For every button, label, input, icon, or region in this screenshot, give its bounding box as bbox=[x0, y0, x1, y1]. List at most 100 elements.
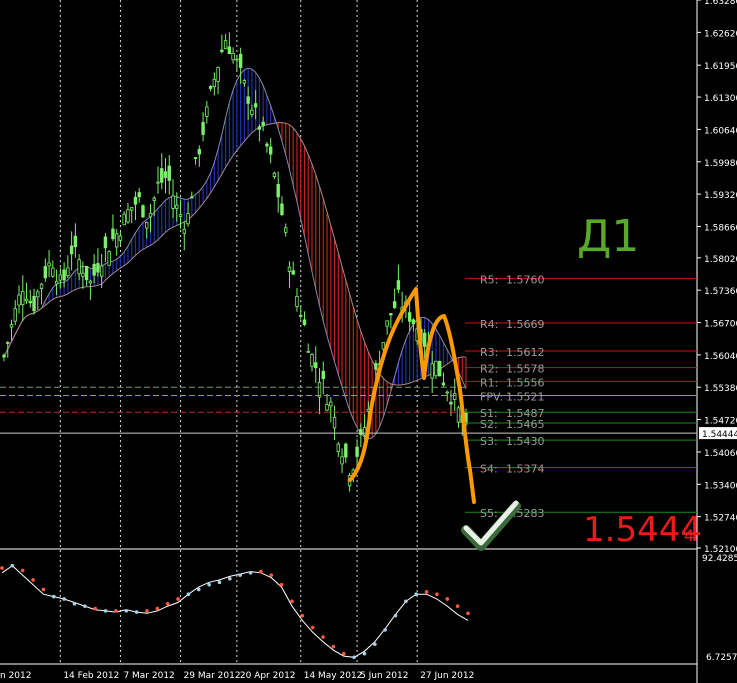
candle-body bbox=[208, 86, 213, 89]
candle-body bbox=[250, 109, 254, 115]
candle-body bbox=[47, 262, 51, 267]
candle-body bbox=[242, 80, 247, 84]
candle-body bbox=[190, 196, 194, 199]
pivot-label: R2: bbox=[480, 363, 498, 376]
candle-body bbox=[92, 263, 96, 276]
indicator-dot bbox=[290, 599, 294, 604]
price-tick-label: 1.53400 bbox=[704, 481, 737, 491]
candle-body bbox=[133, 196, 138, 205]
pivot-value: 1.5374 bbox=[506, 463, 545, 476]
time-tick-label: 29 Mar 2012 bbox=[184, 671, 241, 681]
price-tick-label: 1.54060 bbox=[704, 449, 737, 459]
indicator-dot bbox=[134, 610, 139, 614]
candle-body bbox=[88, 280, 93, 284]
price-tick-label: 1.60640 bbox=[704, 126, 737, 136]
pivot-label: S3: bbox=[480, 435, 498, 448]
candle-body bbox=[21, 290, 25, 305]
candle-body bbox=[178, 214, 183, 217]
indicator-dot bbox=[155, 606, 160, 611]
pivot-value: 1.5465 bbox=[506, 418, 545, 431]
candle-body bbox=[28, 300, 32, 304]
candle-body bbox=[389, 313, 393, 316]
candle-body bbox=[434, 360, 438, 377]
indicator-dot bbox=[373, 642, 377, 647]
candle-body bbox=[392, 301, 397, 308]
candle-body bbox=[235, 58, 239, 61]
candle-body bbox=[9, 324, 14, 328]
indicator-tick-label: 6.7257 bbox=[706, 653, 737, 663]
indicator-dot bbox=[62, 597, 66, 601]
candle-body bbox=[32, 296, 36, 312]
indicator-dot bbox=[269, 573, 274, 577]
indicator-dot bbox=[176, 597, 180, 601]
time-tick-label: 7 Mar 2012 bbox=[123, 671, 174, 681]
indicator-dot bbox=[424, 590, 429, 594]
candle-body bbox=[167, 165, 171, 181]
indicator-dot bbox=[228, 576, 232, 581]
time-axis: n 2012 14 Feb 2012 7 Mar 2012 29 Mar 2012 20… bbox=[0, 671, 474, 681]
candle-body bbox=[84, 265, 89, 281]
time-tick-label: 20 Apr 2012 bbox=[240, 671, 296, 681]
candle-body bbox=[13, 308, 17, 322]
candle-body bbox=[261, 121, 265, 126]
candle-body bbox=[58, 274, 63, 281]
candle-body bbox=[407, 312, 412, 322]
candle-body bbox=[314, 362, 318, 369]
candle-body bbox=[145, 221, 149, 229]
candle-body bbox=[160, 168, 164, 183]
candle-body bbox=[355, 446, 359, 457]
forex-chart: R5: 1.5760 R4: 1.5669 R3: 1.5612 R2: 1.5578 R1: 1… bbox=[0, 0, 737, 683]
indicator-dot bbox=[445, 597, 450, 601]
indicator-dot bbox=[72, 601, 77, 606]
indicator-dot bbox=[259, 569, 263, 574]
price-tick-label: 1.58020 bbox=[704, 255, 737, 265]
indicator-dot bbox=[145, 609, 149, 613]
candle-body bbox=[411, 319, 416, 325]
candle-body bbox=[163, 171, 168, 179]
pivot-value: 1.5669 bbox=[506, 318, 545, 331]
candle-body bbox=[422, 332, 427, 347]
candle-body bbox=[114, 233, 119, 248]
candle-body bbox=[193, 157, 198, 159]
candle-body bbox=[287, 266, 292, 272]
indicator-tick-label: 92.4285 bbox=[702, 554, 737, 564]
candle-body bbox=[227, 46, 232, 55]
price-tick-label: 1.52740 bbox=[704, 514, 737, 524]
indicator-dot bbox=[383, 628, 387, 632]
candle-body bbox=[39, 283, 44, 289]
indicator-dot bbox=[196, 587, 201, 592]
time-tick-label: 14 May 2012 bbox=[304, 671, 363, 681]
candle-body bbox=[441, 382, 446, 386]
candle-body bbox=[122, 213, 126, 226]
candle-body bbox=[332, 416, 337, 429]
indicator-dot bbox=[331, 644, 336, 649]
indicator-dot bbox=[83, 604, 87, 608]
candle-body bbox=[51, 267, 55, 277]
indicator-dot bbox=[300, 613, 305, 618]
price-tick-label: 1.57360 bbox=[704, 287, 737, 297]
price-tick-label: 1.62620 bbox=[704, 29, 737, 39]
candle-body bbox=[284, 227, 288, 233]
candle-body bbox=[36, 291, 40, 298]
candle-body bbox=[96, 263, 100, 273]
indicator-dot bbox=[248, 570, 253, 575]
pivot-label: S5: bbox=[480, 507, 498, 520]
candle-body bbox=[396, 280, 401, 290]
pivot-value: 1.5760 bbox=[506, 273, 545, 286]
indicator-dot bbox=[51, 594, 56, 599]
candle-body bbox=[175, 204, 179, 209]
candle-body bbox=[329, 401, 333, 407]
candle-body bbox=[171, 195, 175, 209]
candle-body bbox=[216, 67, 220, 82]
candle-body bbox=[156, 181, 160, 184]
pivot-value: 1.5430 bbox=[506, 435, 545, 448]
indicator-dot bbox=[124, 609, 129, 613]
indicator-dot bbox=[41, 587, 46, 592]
pivot-label: S2: bbox=[480, 418, 498, 431]
current-price-suffix: 4 bbox=[684, 526, 694, 545]
pivot-value: 1.5612 bbox=[506, 346, 545, 359]
candle-body bbox=[220, 49, 224, 53]
candle-body bbox=[280, 203, 284, 215]
candle-body bbox=[73, 235, 78, 248]
candle-body bbox=[310, 354, 314, 367]
